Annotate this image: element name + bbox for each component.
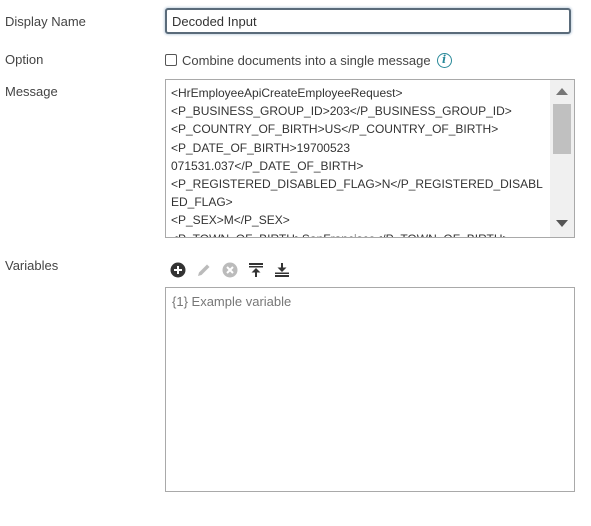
edit-icon [198, 264, 210, 276]
display-name-label: Display Name [5, 14, 86, 29]
remove-variable-button[interactable] [221, 261, 239, 279]
scroll-down-arrow-icon[interactable] [556, 220, 568, 227]
message-scrollbar[interactable] [550, 80, 574, 237]
variables-list[interactable]: {1} Example variable [165, 287, 575, 492]
add-variable-button[interactable] [169, 261, 187, 279]
display-name-input[interactable] [165, 8, 571, 34]
variables-placeholder: {1} Example variable [172, 294, 292, 309]
move-to-bottom-icon [275, 263, 289, 277]
option-label: Option [5, 52, 44, 67]
message-content[interactable]: <HrEmployeeApiCreateEmployeeRequest> <P_… [171, 84, 547, 237]
edit-variable-button[interactable] [195, 261, 213, 279]
message-label: Message [5, 84, 58, 99]
combine-documents-checkbox[interactable] [165, 54, 177, 66]
move-to-top-icon [249, 263, 263, 277]
scroll-up-arrow-icon[interactable] [556, 88, 568, 95]
variables-label: Variables [5, 258, 59, 273]
scrollbar-thumb[interactable] [553, 104, 571, 154]
message-textarea[interactable]: <HrEmployeeApiCreateEmployeeRequest> <P_… [165, 79, 575, 238]
info-icon[interactable]: i [436, 52, 452, 68]
move-to-bottom-button[interactable] [273, 261, 291, 279]
option-row: Combine documents into a single message … [165, 51, 452, 69]
move-to-top-button[interactable] [247, 261, 265, 279]
combine-documents-label[interactable]: Combine documents into a single message [182, 53, 431, 68]
add-icon [170, 262, 186, 278]
variables-toolbar [169, 260, 299, 280]
remove-icon [222, 262, 238, 278]
